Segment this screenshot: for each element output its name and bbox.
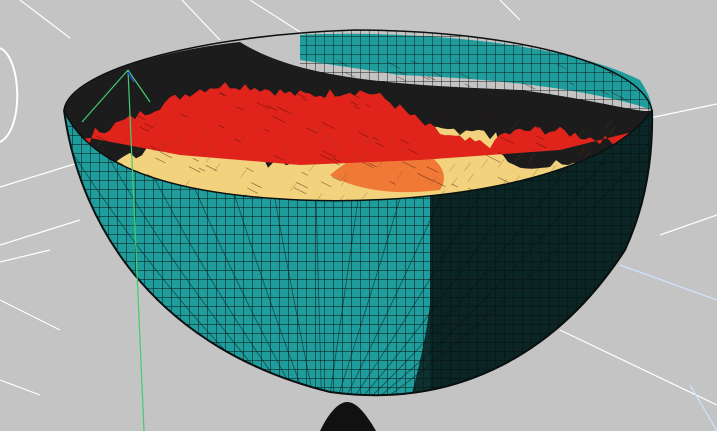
support-stand	[320, 402, 376, 431]
grid-line	[181, 0, 221, 41]
scene-canvas[interactable]	[0, 0, 717, 431]
grid-line	[559, 329, 717, 406]
grid-line	[689, 384, 717, 431]
grid-line	[619, 264, 717, 301]
grid-line	[19, 0, 71, 39]
orbit-ring	[0, 47, 19, 143]
grid-line	[659, 214, 717, 236]
grid-line	[0, 299, 61, 331]
grid-line	[499, 0, 521, 21]
grid-line	[0, 249, 51, 263]
3d-viewport[interactable]	[0, 0, 717, 431]
grid-line	[0, 379, 41, 396]
grid-line	[249, 0, 301, 33]
grid-line	[0, 219, 81, 246]
